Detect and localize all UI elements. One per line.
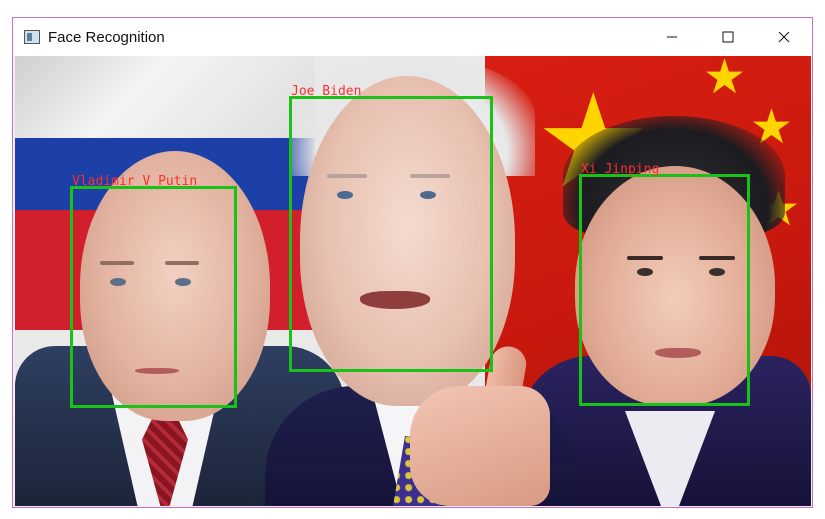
close-icon [778, 31, 790, 43]
window-title: Face Recognition [48, 28, 165, 46]
title-bar[interactable]: Face Recognition [13, 18, 812, 56]
face-label-biden: Joe Biden [291, 84, 362, 99]
face-label-xi: Xi Jinping [581, 162, 660, 177]
recognition-image: ★ ★ ★ ★ Vladimi [15, 56, 811, 506]
face-box-xi [579, 174, 750, 406]
minimize-button[interactable] [644, 18, 700, 56]
maximize-icon [722, 31, 734, 43]
pointing-hand [410, 386, 550, 506]
face-box-putin [70, 186, 237, 408]
russian-flag-white-stripe [15, 56, 315, 146]
face-box-biden [289, 96, 493, 372]
app-window-icon [24, 30, 40, 44]
face-label-putin: Vladimir V Putin [72, 174, 198, 189]
app-window: Face Recognition ★ ★ ★ ★ [12, 17, 813, 508]
window-controls [644, 18, 812, 56]
minimize-icon [667, 36, 677, 38]
close-button[interactable] [756, 18, 812, 56]
maximize-button[interactable] [700, 18, 756, 56]
flag-star-small-icon: ★ [703, 56, 747, 104]
